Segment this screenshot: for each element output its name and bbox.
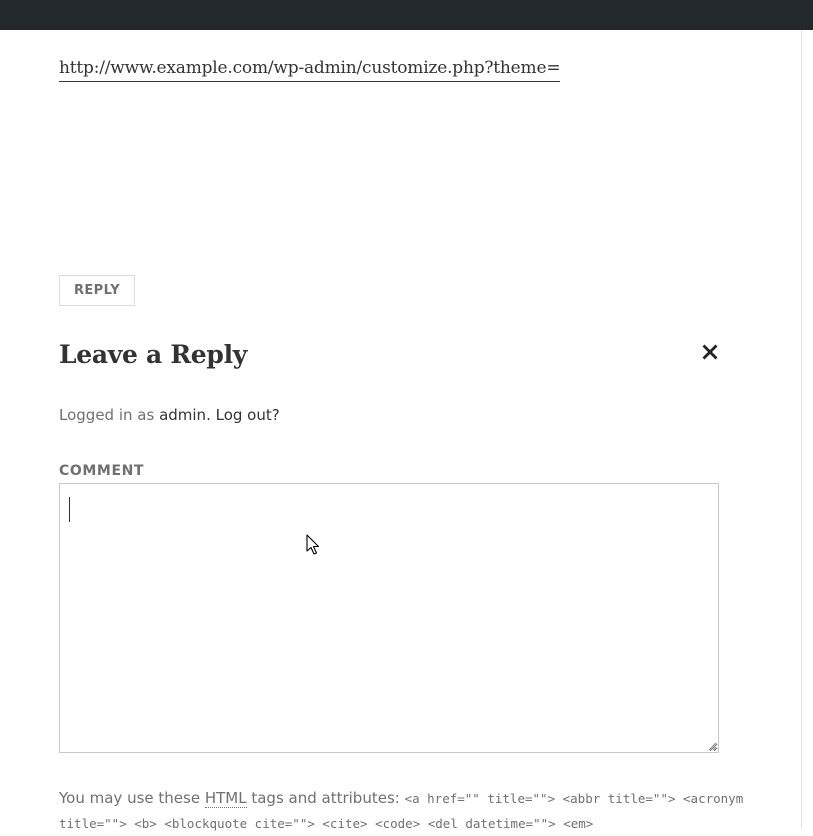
reply-form-title: Leave a Reply [59, 340, 248, 369]
logout-link[interactable]: Log out? [216, 406, 280, 424]
post-url-link[interactable]: http://www.example.com/wp-admin/customiz… [59, 55, 561, 82]
comment-label: COMMENT [59, 463, 145, 479]
close-icon [702, 344, 718, 360]
html-abbr: HTML [204, 789, 247, 808]
reply-button[interactable]: REPLY [59, 275, 135, 306]
admin-bar [0, 0, 813, 30]
logged-in-user-link[interactable]: admin [159, 406, 206, 424]
resize-grip-icon[interactable] [707, 741, 717, 751]
logged-in-separator: . [206, 406, 216, 424]
sidebar-divider [801, 30, 802, 829]
text-caret [69, 497, 70, 522]
comment-textarea[interactable] [59, 483, 719, 753]
logged-in-notice: Logged in as admin. Log out? [59, 404, 280, 426]
allowed-tags-middle: tags and attributes: [246, 789, 405, 807]
cancel-reply-close-icon[interactable] [699, 340, 721, 364]
allowed-tags-prefix: You may use these [59, 789, 205, 807]
mouse-pointer-icon [306, 534, 320, 555]
logged-in-prefix: Logged in as [59, 406, 160, 424]
